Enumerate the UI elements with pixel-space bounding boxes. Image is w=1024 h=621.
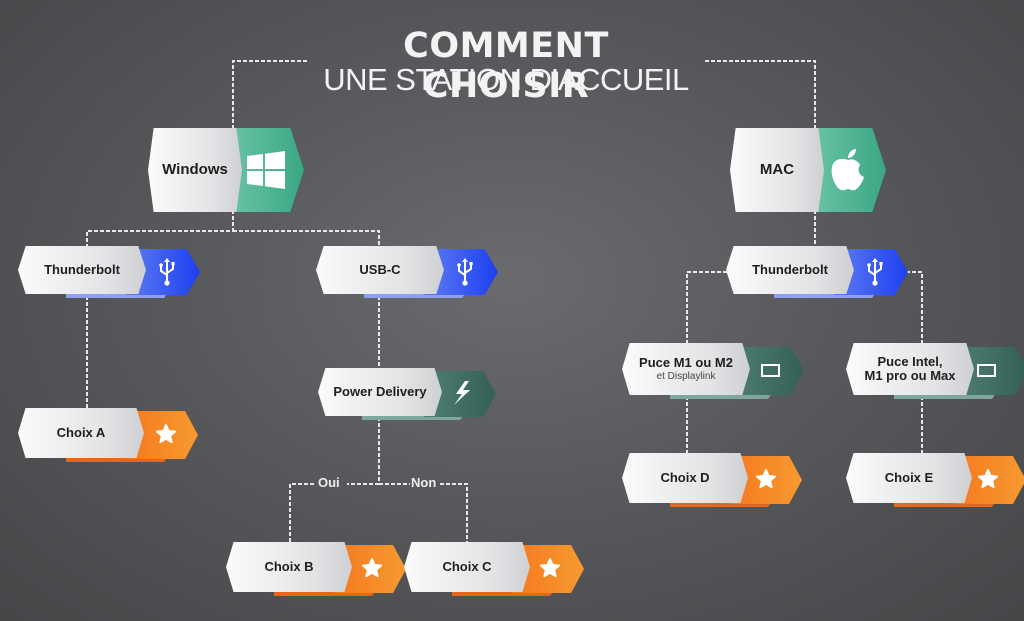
- node-power-delivery-label: Power Delivery: [318, 368, 442, 416]
- star-icon: [538, 556, 562, 580]
- star-icon: [754, 467, 778, 491]
- choice-d[interactable]: Choix D: [622, 453, 802, 507]
- node-win-thunderbolt[interactable]: Thunderbolt: [18, 246, 200, 298]
- apple-logo-icon: [826, 148, 870, 192]
- node-puce-intel-line2: M1 pro ou Max: [864, 368, 956, 383]
- node-power-delivery[interactable]: Power Delivery: [318, 368, 496, 420]
- node-win-thunderbolt-label: Thunderbolt: [18, 246, 146, 294]
- star-icon: [976, 467, 1000, 491]
- monitor-icon: [976, 363, 996, 377]
- lightning-icon: [450, 380, 474, 406]
- choice-e[interactable]: Choix E: [846, 453, 1024, 507]
- choice-c[interactable]: Choix C: [404, 542, 584, 596]
- title-subtitle: UNE STATION D’ACCUEIL: [323, 62, 689, 97]
- connector-title-windows: [232, 60, 307, 130]
- node-usbc[interactable]: USB-C: [316, 246, 498, 298]
- node-puce-m1-m2-title: Puce M1 ou M2: [639, 355, 733, 371]
- star-icon: [360, 556, 384, 580]
- windows-logo-icon: [246, 150, 286, 190]
- node-puce-intel-line1: Puce Intel,: [877, 353, 943, 369]
- node-puce-intel-label: Puce Intel, M1 pro ou Max: [846, 343, 974, 395]
- node-mac-label: MAC: [730, 128, 824, 212]
- choice-e-label: Choix E: [846, 453, 972, 503]
- connector-non: [379, 483, 468, 543]
- connector-mac-tb-left: [686, 271, 727, 345]
- node-puce-m1-m2-sublabel: et Displaylink: [656, 370, 716, 382]
- choice-c-label: Choix C: [404, 542, 530, 592]
- node-windows[interactable]: Windows: [148, 128, 304, 212]
- connector-oui: [289, 483, 379, 543]
- choice-a-label: Choix A: [18, 408, 144, 458]
- node-puce-m1-m2[interactable]: Puce M1 ou M2 et Displaylink: [622, 343, 804, 399]
- connector-windows-split: [86, 210, 380, 248]
- usb-icon: [156, 258, 178, 286]
- usb-icon: [864, 258, 886, 286]
- node-windows-label: Windows: [148, 128, 242, 212]
- star-icon: [154, 422, 178, 446]
- node-mac-thunderbolt[interactable]: Thunderbolt: [726, 246, 908, 298]
- connector-title-mac: [705, 60, 816, 130]
- node-mac-thunderbolt-label: Thunderbolt: [726, 246, 854, 294]
- node-mac[interactable]: MAC: [730, 128, 886, 212]
- edge-label-non: Non: [411, 475, 437, 490]
- choice-a[interactable]: Choix A: [18, 408, 198, 462]
- node-usbc-label: USB-C: [316, 246, 444, 294]
- node-puce-intel[interactable]: Puce Intel, M1 pro ou Max: [846, 343, 1024, 399]
- choice-b-label: Choix B: [226, 542, 352, 592]
- monitor-icon: [760, 363, 780, 377]
- node-puce-m1-m2-label: Puce M1 ou M2 et Displaylink: [622, 343, 750, 395]
- usb-icon: [454, 258, 476, 286]
- choice-d-label: Choix D: [622, 453, 748, 503]
- edge-label-oui: Oui: [318, 475, 340, 490]
- choice-b[interactable]: Choix B: [226, 542, 406, 596]
